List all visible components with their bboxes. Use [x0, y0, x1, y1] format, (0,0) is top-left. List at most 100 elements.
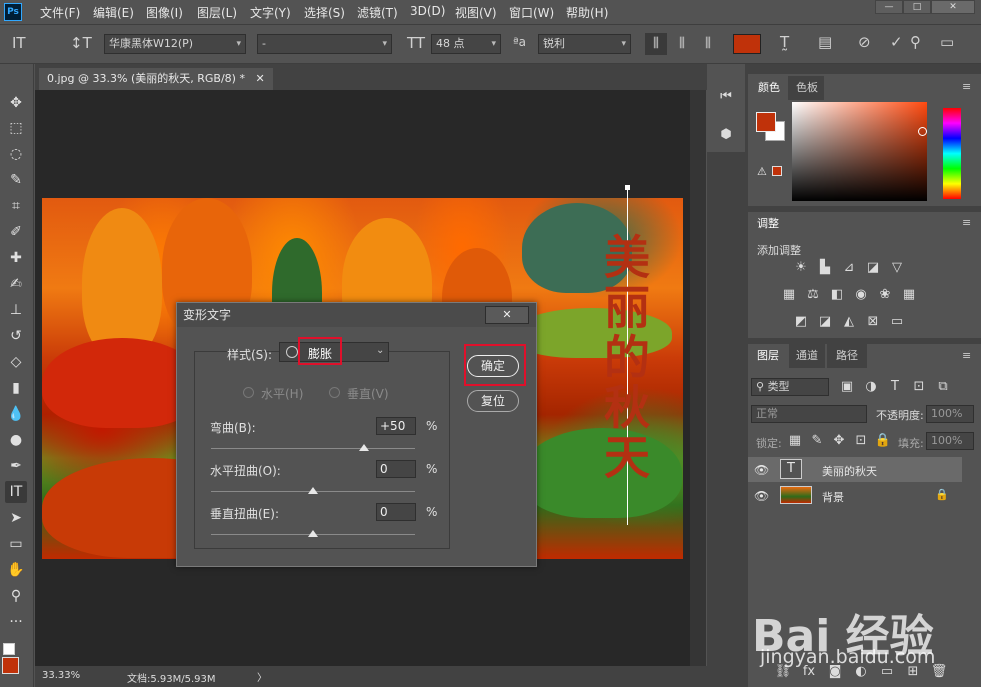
filter-adjustment-icon[interactable]: ◑: [862, 378, 880, 396]
vertical-scrollbar[interactable]: [690, 90, 706, 666]
horizontal-distortion-input[interactable]: 0: [376, 460, 416, 478]
filter-type-icon[interactable]: T: [886, 378, 904, 396]
3d-panel-icon[interactable]: ⬢: [717, 126, 735, 144]
filter-smart-icon[interactable]: ⧉: [934, 378, 952, 396]
menu-image[interactable]: 图像(I): [146, 4, 183, 21]
path-select-tool-icon[interactable]: ➤: [5, 507, 27, 529]
maximize-button[interactable]: □: [903, 0, 931, 14]
eraser-tool-icon[interactable]: ◇: [5, 351, 27, 373]
menu-window[interactable]: 窗口(W): [509, 4, 554, 21]
brightness-icon[interactable]: ☀: [792, 259, 810, 277]
commit-icon[interactable]: ✓: [890, 33, 903, 51]
move-tool-icon[interactable]: ✥: [5, 92, 27, 114]
status-arrow-icon[interactable]: 〉: [257, 669, 267, 684]
gamut-warning-icon[interactable]: ⚠: [757, 165, 767, 178]
menu-edit[interactable]: 编辑(E): [93, 4, 134, 21]
channel-mixer-icon[interactable]: ❀: [876, 286, 894, 304]
panel-foreground-color-swatch[interactable]: [756, 112, 776, 132]
posterize-icon[interactable]: ◪: [816, 313, 834, 331]
horizontal-radio[interactable]: [243, 387, 254, 398]
brush-tool-icon[interactable]: ✍: [5, 273, 27, 295]
layer-name[interactable]: 美丽的秋天: [822, 463, 877, 479]
close-window-button[interactable]: ✕: [931, 0, 975, 14]
character-panel-icon[interactable]: ▤: [818, 33, 832, 51]
bend-slider-thumb[interactable]: [359, 444, 369, 451]
exposure-icon[interactable]: ◪: [864, 259, 882, 277]
filter-pixel-icon[interactable]: ▣: [838, 378, 856, 396]
vertical-radio[interactable]: [329, 387, 340, 398]
tab-layers[interactable]: 图层: [750, 344, 788, 368]
cancel-icon[interactable]: ⊘: [858, 33, 871, 51]
pen-tool-icon[interactable]: ✒: [5, 455, 27, 477]
color-balance-icon[interactable]: ⚖: [804, 286, 822, 304]
lock-position-icon[interactable]: ✥: [830, 432, 848, 450]
menu-select[interactable]: 选择(S): [304, 4, 345, 21]
curves-icon[interactable]: ⊿: [840, 259, 858, 277]
tab-swatches[interactable]: 色板: [788, 76, 824, 100]
tab-channels[interactable]: 通道: [789, 344, 825, 368]
menu-3d[interactable]: 3D(D): [410, 4, 445, 18]
lock-image-icon[interactable]: ✎: [808, 432, 826, 450]
menu-view[interactable]: 视图(V): [455, 4, 497, 21]
healing-tool-icon[interactable]: ✚: [5, 247, 27, 269]
filter-shape-icon[interactable]: ⊡: [910, 378, 928, 396]
history-brush-icon[interactable]: ↺: [5, 325, 27, 347]
warp-text-icon[interactable]: T̰: [780, 33, 789, 51]
type-tool-preset-icon[interactable]: IT: [12, 34, 26, 52]
zoom-level[interactable]: 33.33%: [42, 670, 80, 681]
color-field[interactable]: [792, 102, 927, 201]
levels-icon[interactable]: ▙: [816, 259, 834, 277]
marquee-tool-icon[interactable]: ⬚: [5, 117, 27, 139]
panel-menu-icon[interactable]: ≡: [962, 80, 971, 93]
layer-row-text[interactable]: 👁 T 美丽的秋天: [748, 457, 962, 482]
gradient-map-icon[interactable]: ▭: [888, 313, 906, 331]
hand-tool-icon[interactable]: ✋: [5, 559, 27, 581]
color-picker-cursor[interactable]: [918, 127, 927, 136]
black-white-icon[interactable]: ◧: [828, 286, 846, 304]
reset-button[interactable]: 复位: [467, 390, 519, 412]
antialias-select[interactable]: 锐利 ▾: [538, 34, 631, 54]
menu-help[interactable]: 帮助(H): [566, 4, 608, 21]
bend-input[interactable]: +50: [376, 417, 416, 435]
text-orientation-icon[interactable]: ↕T: [70, 34, 92, 52]
vertical-distortion-input[interactable]: 0: [376, 503, 416, 521]
vibrance-icon[interactable]: ▽: [888, 259, 906, 277]
panel-menu-icon[interactable]: ≡: [962, 349, 971, 362]
foreground-color-swatch[interactable]: [2, 657, 19, 674]
type-tool-icon[interactable]: IT: [5, 481, 27, 503]
hue-saturation-icon[interactable]: ▦: [780, 286, 798, 304]
fill-input[interactable]: 100%: [926, 432, 974, 450]
more-tools-icon[interactable]: ···: [5, 611, 27, 633]
color-lookup-icon[interactable]: ▦: [900, 286, 918, 304]
text-path-anchor[interactable]: [625, 185, 630, 190]
hue-slider[interactable]: [943, 108, 961, 199]
search-icon[interactable]: ⚲: [910, 33, 921, 51]
threshold-icon[interactable]: ◭: [840, 313, 858, 331]
blend-mode-select[interactable]: 正常: [751, 405, 867, 423]
visibility-eye-icon[interactable]: 👁: [754, 463, 769, 477]
gradient-tool-icon[interactable]: ▮: [5, 377, 27, 399]
minimize-button[interactable]: —: [875, 0, 903, 14]
align-top-icon[interactable]: ⫼: [645, 33, 667, 55]
gamut-color-swatch[interactable]: [772, 166, 782, 176]
layer-name[interactable]: 背景: [822, 489, 844, 505]
font-family-select[interactable]: 华康黑体W12(P) ▾: [104, 34, 246, 54]
vertical-distortion-thumb[interactable]: [308, 530, 318, 537]
invert-icon[interactable]: ◩: [792, 313, 810, 331]
horizontal-distortion-thumb[interactable]: [308, 487, 318, 494]
panel-menu-icon[interactable]: ≡: [962, 216, 971, 229]
crop-tool-icon[interactable]: ⌗: [5, 195, 27, 217]
default-colors-icon[interactable]: [3, 643, 15, 655]
close-tab-icon[interactable]: ✕: [255, 72, 264, 85]
bend-slider-track[interactable]: [211, 448, 415, 449]
align-bottom-icon[interactable]: ⫼: [697, 33, 719, 55]
history-panel-icon[interactable]: ⏮: [717, 88, 735, 106]
font-size-select[interactable]: 48 点 ▾: [431, 34, 501, 54]
quick-select-tool-icon[interactable]: ✎: [5, 169, 27, 191]
tab-color[interactable]: 颜色: [750, 76, 786, 100]
tab-adjustments[interactable]: 调整: [750, 212, 786, 236]
tab-paths[interactable]: 路径: [827, 344, 867, 368]
eyedropper-tool-icon[interactable]: ✐: [5, 221, 27, 243]
menu-layer[interactable]: 图层(L): [197, 4, 237, 21]
text-color-swatch[interactable]: [733, 34, 761, 54]
